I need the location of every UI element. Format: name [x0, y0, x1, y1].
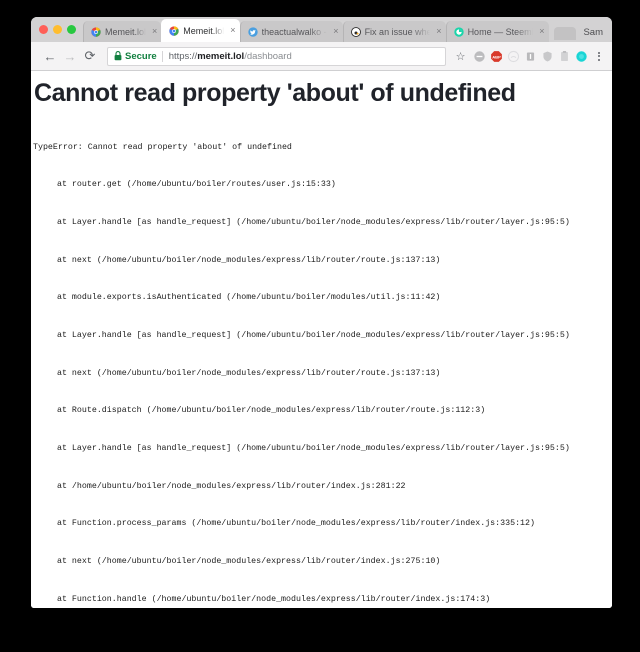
teal-circle-icon[interactable] [575, 50, 588, 63]
browser-tab-3[interactable]: theactualwalko - U × [239, 21, 343, 42]
bookmark-star-icon[interactable]: ☆ [452, 50, 469, 63]
stack-frame: at router.get (/home/ubuntu/boiler/route… [57, 180, 336, 190]
pocket-icon[interactable] [524, 50, 537, 63]
stack-frame: at Layer.handle [as handle_request] (/ho… [57, 218, 570, 228]
disabled-extension-icon [507, 50, 520, 62]
page-content: Cannot read property 'about' of undefine… [31, 72, 612, 608]
new-tab-button[interactable] [553, 27, 576, 40]
stack-frame: at /home/ubuntu/boiler/node_modules/expr… [57, 481, 406, 491]
tab-title: Fix an issue where [364, 26, 431, 37]
tab-close-button[interactable]: × [537, 27, 544, 36]
page-title: Cannot read property 'about' of undefine… [34, 79, 516, 107]
chrome-menu-icon[interactable] [592, 51, 605, 61]
chrome-colored-icon [91, 26, 101, 37]
address-bar[interactable]: Secure https:// memeit.lol /dashboard [107, 46, 446, 66]
steemit-icon [453, 26, 464, 37]
stack-trace: TypeError: Cannot read property 'about' … [33, 117, 604, 608]
adblock-plus-icon[interactable]: ABP [490, 50, 503, 63]
omnibox-divider [161, 50, 163, 62]
url-host: memeit.lol [197, 50, 245, 62]
browser-tab-2[interactable]: Memeit.lol × [161, 19, 240, 42]
tab-close-button[interactable]: × [331, 27, 338, 36]
minimize-window-button[interactable] [53, 25, 62, 34]
tab-title: Memeit.lol [183, 25, 225, 36]
twitter-icon [247, 26, 258, 37]
tab-title: Memeit.lol [105, 26, 147, 37]
profile-name-label[interactable]: Sam [579, 27, 612, 42]
zoom-window-button[interactable] [67, 25, 76, 34]
error-summary-line: TypeError: Cannot read property 'about' … [33, 142, 292, 152]
tab-close-button[interactable]: × [228, 26, 235, 35]
browser-tab-1[interactable]: Memeit.lol × [83, 21, 162, 42]
url-scheme: https:// [168, 50, 198, 62]
stack-frame: at next (/home/ubuntu/boiler/node_module… [57, 255, 441, 265]
clipboard-icon[interactable] [558, 50, 571, 63]
block-circle-icon[interactable] [473, 50, 486, 63]
stack-frame: at Function.handle (/home/ubuntu/boiler/… [57, 594, 491, 604]
browser-tab-5[interactable]: Home — Steemit × [445, 21, 549, 42]
tab-strip: Memeit.lol × Memeit.lol × theactualwalko… [31, 17, 612, 42]
reload-button[interactable]: ⟳ [80, 46, 100, 66]
stack-frame: at Function.process_params (/home/ubuntu… [57, 519, 535, 529]
stack-frame: at Route.dispatch (/home/ubuntu/boiler/n… [57, 406, 486, 416]
browser-tab-4[interactable]: Fix an issue where × [342, 21, 446, 42]
svg-text:ABP: ABP [492, 54, 501, 59]
tab-title: Home — Steemit [467, 26, 534, 37]
chrome-colored-icon [169, 25, 179, 36]
stack-frame: at Layer.handle [as handle_request] (/ho… [57, 331, 570, 341]
back-button[interactable]: ← [40, 46, 60, 66]
security-status-label: Secure [125, 50, 157, 62]
stack-frame: at next (/home/ubuntu/boiler/node_module… [57, 368, 441, 378]
extension-icons: ABP [469, 50, 588, 63]
lock-icon [114, 51, 122, 61]
window-controls [35, 17, 83, 42]
stack-frame: at Layer.handle [as handle_request] (/ho… [57, 443, 570, 453]
browser-toolbar: ← → ⟳ Secure https:// memeit.lol /dashbo… [31, 42, 612, 71]
tab-close-button[interactable]: × [434, 27, 441, 36]
browser-window: Memeit.lol × Memeit.lol × theactualwalko… [31, 17, 612, 608]
stack-frame: at next (/home/ubuntu/boiler/node_module… [57, 556, 441, 566]
github-icon [350, 26, 361, 37]
url-path: /dashboard [244, 50, 292, 62]
close-window-button[interactable] [39, 25, 48, 34]
shield-icon[interactable] [541, 50, 554, 63]
stack-frame: at module.exports.isAuthenticated (/home… [57, 293, 441, 303]
tab-title: theactualwalko - U [261, 26, 328, 37]
forward-button: → [63, 48, 77, 64]
tab-close-button[interactable]: × [150, 27, 157, 36]
